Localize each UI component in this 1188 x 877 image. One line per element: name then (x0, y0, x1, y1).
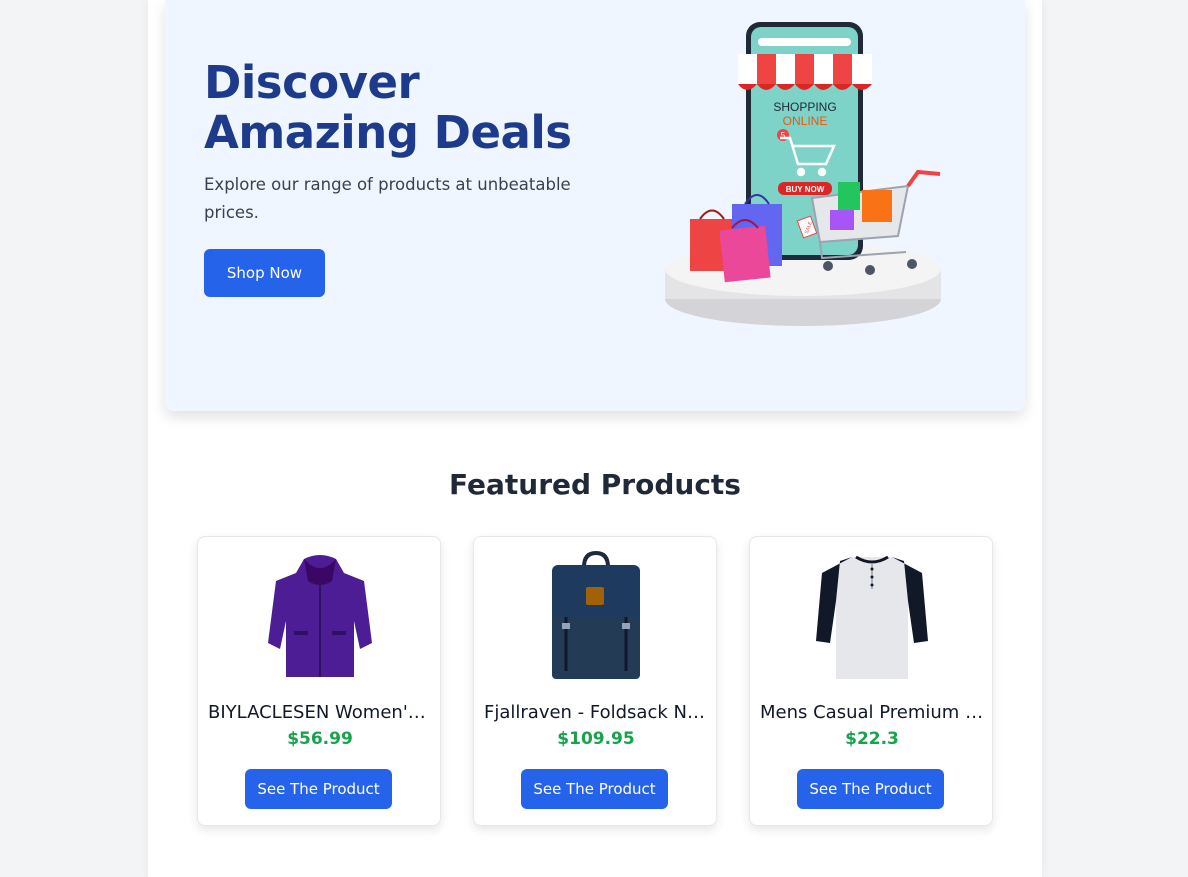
product-price: $109.95 (557, 729, 635, 749)
hero-banner: Discover Amazing Deals Explore our range… (165, 0, 1025, 411)
phone-buy-text: BUY NOW (786, 185, 825, 194)
see-product-button[interactable]: See The Product (797, 769, 944, 809)
shop-now-button[interactable]: Shop Now (204, 249, 325, 297)
hero-subtitle: Explore our range of products at unbeata… (204, 175, 571, 222)
phone-shopping-text: SHOPPING (773, 100, 836, 114)
shopping-illustration: SHOPPING ONLINE 5 BUY NOW SALE (665, 22, 941, 326)
product-name: BIYLACLESEN Women's 3-in-1 Snowboard Jac… (208, 702, 432, 723)
featured-products-title: Featured Products (449, 468, 741, 501)
phone-search-bar (758, 38, 851, 46)
product-name: Fjallraven - Foldsack No. 1 Backpack, Fi… (484, 702, 708, 723)
jacket-icon (268, 555, 372, 677)
product-name: Mens Casual Premium Slim Fit T-Shirts (760, 702, 984, 723)
product-price: $56.99 (287, 729, 353, 749)
tshirt-icon (816, 555, 928, 679)
product-card: Fjallraven - Foldsack No. 1 Backpack, Fi… (473, 536, 717, 826)
product-card: BIYLACLESEN Women's 3-in-1 Snowboard Jac… (197, 536, 441, 826)
see-product-button[interactable]: See The Product (521, 769, 668, 809)
product-price: $22.3 (845, 729, 899, 749)
see-product-button[interactable]: See The Product (245, 769, 392, 809)
phone-online-text: ONLINE (783, 114, 828, 128)
backpack-icon (552, 551, 640, 679)
product-card: Mens Casual Premium Slim Fit T-Shirts $2… (749, 536, 993, 826)
hero-title: Discover Amazing Deals (204, 56, 572, 159)
main-page: Discover Amazing Deals Explore our range… (148, 0, 1042, 877)
shopping-bags (690, 194, 782, 283)
